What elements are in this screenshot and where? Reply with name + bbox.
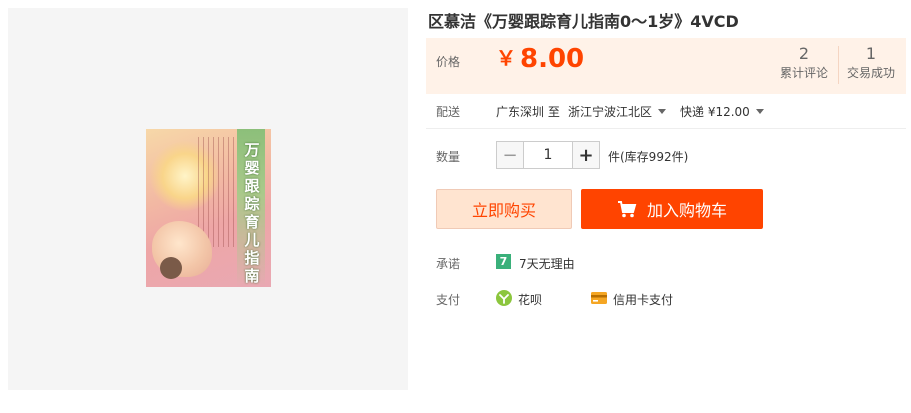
stats-divider (838, 46, 839, 84)
payment-label: 支付 (436, 293, 461, 307)
shipping-destination-text: 浙江宁波江北区 (568, 105, 653, 119)
reviews-stat[interactable]: 2 累计评论 (778, 44, 830, 82)
price-amount: 8.00 (520, 44, 585, 74)
product-title: 区慕洁《万婴跟踪育儿指南0～1岁》4VCD (428, 12, 739, 31)
deals-stat[interactable]: 1 交易成功 (844, 44, 898, 82)
credit-card-icon (591, 292, 607, 304)
shipping-destination-select[interactable]: 浙江宁波江北区 (568, 103, 667, 120)
chevron-down-icon (658, 109, 667, 114)
deals-count: 1 (865, 44, 877, 63)
payment-method-huabei[interactable]: 花呗 (518, 291, 542, 308)
seven-day-return-icon: 7 (496, 254, 511, 269)
shopping-cart-icon (617, 201, 637, 218)
chevron-down-icon (755, 109, 764, 114)
buy-now-button[interactable]: 立即购买 (436, 189, 572, 229)
shipping-origin: 广东深圳 至 (496, 105, 560, 119)
currency-symbol: ￥ (496, 46, 516, 70)
promise-label: 承诺 (436, 257, 461, 271)
cover-baby-head (160, 257, 182, 279)
shipping-method-text: 快递 ¥12.00 (680, 105, 750, 119)
payment-method-credit-card[interactable]: 信用卡支付 (613, 291, 673, 308)
shipping-method-select[interactable]: 快递 ¥12.00 (680, 103, 764, 120)
deals-label: 交易成功 (846, 66, 895, 80)
product-cover-image[interactable]: 万婴跟踪育儿指南 (146, 129, 271, 287)
buy-now-label: 立即购买 (471, 201, 536, 220)
price-label: 价格 (436, 55, 461, 69)
reviews-count: 2 (798, 44, 810, 63)
section-divider (426, 128, 906, 129)
quantity-stepper: − + (496, 141, 600, 169)
decrease-quantity-button[interactable]: − (496, 141, 524, 169)
increase-quantity-button[interactable]: + (572, 141, 600, 169)
add-to-cart-button[interactable]: 加入购物车 (581, 189, 763, 229)
quantity-label: 数量 (436, 150, 461, 164)
price-panel: 价格 ￥ 8.00 2 累计评论 1 交易成功 (426, 38, 906, 94)
shipping-label: 配送 (436, 105, 461, 119)
add-to-cart-label: 加入购物车 (646, 201, 727, 220)
reviews-label: 累计评论 (779, 66, 828, 80)
huabei-icon (496, 290, 512, 306)
product-image-gallery: 万婴跟踪育儿指南 (8, 8, 408, 390)
quantity-input[interactable] (524, 141, 572, 169)
promise-text[interactable]: 7天无理由 (519, 255, 575, 272)
cover-title: 万婴跟踪育儿指南 (244, 141, 260, 285)
price-value: ￥ 8.00 (496, 42, 584, 74)
stock-info: 件(库存992件) (608, 150, 689, 164)
